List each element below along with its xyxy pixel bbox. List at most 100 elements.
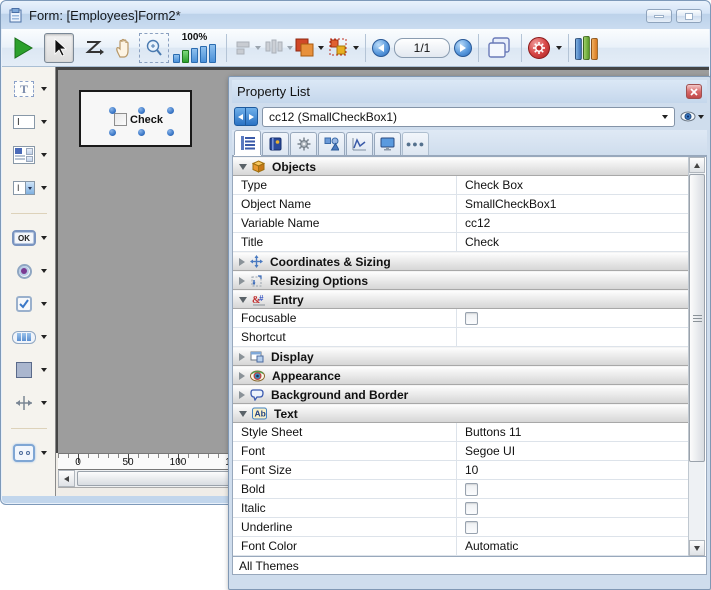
property-list-titlebar[interactable]: Property List bbox=[232, 80, 707, 103]
layer-dropdown-icon[interactable] bbox=[318, 46, 324, 50]
library-button[interactable] bbox=[575, 36, 598, 60]
input-field-tool[interactable]: I bbox=[10, 112, 47, 132]
list-tool-dropdown-icon[interactable] bbox=[41, 153, 47, 157]
radio-tool-dropdown-icon[interactable] bbox=[41, 269, 47, 273]
distribute-tool-button[interactable] bbox=[263, 33, 293, 63]
vertical-scroll-thumb[interactable] bbox=[689, 174, 705, 462]
selection-handle[interactable] bbox=[109, 107, 116, 114]
selection-handle[interactable] bbox=[109, 129, 116, 136]
button-tool[interactable]: OK bbox=[10, 228, 47, 248]
previous-page-button[interactable] bbox=[372, 39, 390, 57]
section-header-text[interactable]: Ab Text bbox=[233, 404, 688, 423]
group-tool-button[interactable] bbox=[328, 33, 359, 63]
disclosure-collapsed-icon[interactable] bbox=[239, 372, 245, 380]
shortcut-value[interactable] bbox=[457, 328, 688, 346]
tab-objects[interactable] bbox=[262, 132, 289, 155]
plugin-dropdown-icon[interactable] bbox=[41, 451, 47, 455]
pointer-tool-button[interactable] bbox=[44, 33, 74, 63]
plugin-area-tool[interactable] bbox=[10, 443, 47, 463]
splitter-tool[interactable] bbox=[10, 393, 47, 413]
checkbox-tool-dropdown-icon[interactable] bbox=[41, 302, 47, 306]
minimize-button[interactable] bbox=[646, 9, 672, 23]
section-header-coordinates[interactable]: Coordinates & Sizing bbox=[233, 252, 688, 271]
zoom-bars-icon[interactable] bbox=[173, 43, 216, 63]
maximize-button[interactable] bbox=[676, 9, 702, 23]
text-tool[interactable]: T bbox=[10, 79, 47, 99]
scroll-down-button[interactable] bbox=[689, 540, 705, 556]
settings-dropdown-icon[interactable] bbox=[556, 46, 562, 50]
tab-more[interactable]: ●●● bbox=[402, 132, 429, 155]
section-header-entry[interactable]: &# Entry bbox=[233, 290, 688, 309]
checkbox-object[interactable]: Check bbox=[114, 113, 163, 126]
section-header-background[interactable]: Background and Border bbox=[233, 385, 688, 404]
text-tool-dropdown-icon[interactable] bbox=[41, 87, 47, 91]
selection-handle[interactable] bbox=[167, 107, 174, 114]
disclosure-collapsed-icon[interactable] bbox=[239, 277, 245, 285]
variable-name-value[interactable]: cc12 bbox=[457, 214, 688, 232]
disclosure-collapsed-icon[interactable] bbox=[239, 353, 245, 361]
bold-checkbox[interactable] bbox=[465, 483, 478, 496]
font-color-value[interactable]: Automatic bbox=[457, 537, 688, 555]
section-header-display[interactable]: Display bbox=[233, 347, 688, 366]
list-tool[interactable] bbox=[10, 145, 47, 165]
next-page-button[interactable] bbox=[454, 39, 472, 57]
entry-order-tool-button[interactable] bbox=[79, 33, 109, 63]
button-tool-dropdown-icon[interactable] bbox=[41, 236, 47, 240]
form-page-area[interactable]: Check bbox=[79, 90, 192, 147]
disclosure-collapsed-icon[interactable] bbox=[239, 258, 245, 266]
font-size-value[interactable]: 10 bbox=[457, 461, 688, 479]
align-dropdown-icon[interactable] bbox=[255, 46, 261, 50]
layer-tool-button[interactable] bbox=[293, 33, 324, 63]
group-dropdown-icon[interactable] bbox=[353, 46, 359, 50]
previous-object-button[interactable] bbox=[234, 107, 246, 126]
tab-shapes[interactable] bbox=[318, 132, 345, 155]
rectangle-tool[interactable] bbox=[10, 360, 47, 380]
combo-box-dropdown-icon[interactable] bbox=[41, 186, 47, 190]
themes-status-bar[interactable]: All Themes bbox=[232, 556, 707, 575]
section-header-objects[interactable]: Objects bbox=[233, 157, 688, 176]
execute-form-button[interactable] bbox=[8, 33, 38, 63]
form-pages-button[interactable] bbox=[485, 33, 515, 63]
combo-box-tool[interactable]: I bbox=[10, 178, 47, 198]
vertical-scrollbar[interactable] bbox=[688, 157, 705, 556]
radio-button-tool[interactable] bbox=[10, 261, 47, 281]
disclosure-collapsed-icon[interactable] bbox=[239, 391, 245, 399]
scroll-up-button[interactable] bbox=[689, 157, 705, 173]
distribute-dropdown-icon[interactable] bbox=[287, 46, 293, 50]
underline-checkbox[interactable] bbox=[465, 521, 478, 534]
align-tool-button[interactable] bbox=[233, 33, 263, 63]
scroll-track[interactable] bbox=[689, 462, 705, 540]
disclosure-expanded-icon[interactable] bbox=[239, 164, 247, 170]
font-value[interactable]: Segoe UI bbox=[457, 442, 688, 460]
view-options-button[interactable] bbox=[679, 111, 705, 122]
focusable-checkbox[interactable] bbox=[465, 312, 478, 325]
window-titlebar[interactable]: Form: [Employees]Form2* bbox=[1, 1, 710, 29]
object-name-value[interactable]: SmallCheckBox1 bbox=[457, 195, 688, 213]
disclosure-expanded-icon[interactable] bbox=[239, 297, 247, 303]
type-value[interactable]: Check Box bbox=[457, 176, 688, 194]
tab-events[interactable] bbox=[346, 132, 373, 155]
selection-handle[interactable] bbox=[167, 129, 174, 136]
tab-display[interactable] bbox=[374, 132, 401, 155]
button-grid-tool[interactable] bbox=[10, 327, 47, 347]
title-value[interactable]: Check bbox=[457, 233, 688, 251]
move-tool-button[interactable] bbox=[109, 33, 139, 63]
section-header-appearance[interactable]: Appearance bbox=[233, 366, 688, 385]
zoom-level-widget[interactable]: 100% bbox=[173, 33, 216, 63]
checkbox-tool[interactable] bbox=[10, 294, 47, 314]
settings-button[interactable] bbox=[528, 33, 562, 63]
scroll-left-button[interactable] bbox=[58, 470, 75, 487]
button-grid-dropdown-icon[interactable] bbox=[41, 335, 47, 339]
zoom-tool-button[interactable] bbox=[139, 33, 169, 63]
section-header-resizing[interactable]: Resizing Options bbox=[233, 271, 688, 290]
tab-settings[interactable] bbox=[290, 132, 317, 155]
close-button[interactable] bbox=[686, 84, 702, 99]
style-sheet-value[interactable]: Buttons 11 bbox=[457, 423, 688, 441]
selection-handle[interactable] bbox=[138, 129, 145, 136]
selection-handle[interactable] bbox=[138, 107, 145, 114]
splitter-dropdown-icon[interactable] bbox=[41, 401, 47, 405]
tab-all-properties[interactable] bbox=[234, 130, 261, 155]
next-object-button[interactable] bbox=[246, 107, 258, 126]
disclosure-expanded-icon[interactable] bbox=[239, 411, 247, 417]
italic-checkbox[interactable] bbox=[465, 502, 478, 515]
